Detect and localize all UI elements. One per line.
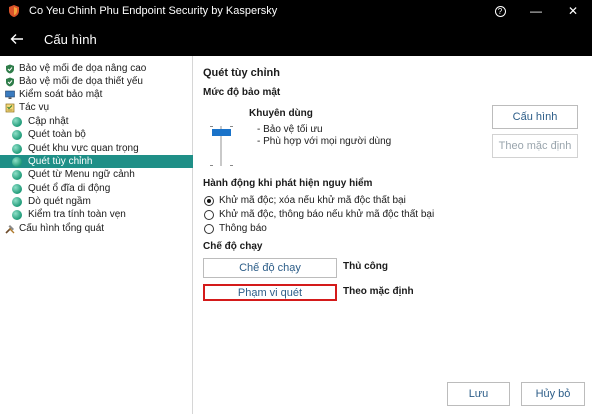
- sidebar-item-label: Quét tùy chỉnh: [28, 156, 93, 167]
- settings-sidebar: Bảo vệ mối đe dọa nâng cao Bảo vệ mối đe …: [0, 56, 193, 414]
- main-panel: Quét tùy chỉnh Mức độ bảo mật Khuyên dùn…: [193, 56, 592, 414]
- back-arrow-icon: [10, 34, 23, 44]
- dot-icon: [12, 196, 22, 207]
- app-window: Co Yeu Chinh Phu Endpoint Security by Ka…: [0, 0, 592, 414]
- sidebar-item[interactable]: Quét toàn bộ: [0, 128, 193, 141]
- sidebar-item-label: Bảo vệ mối đe dọa nâng cao: [19, 63, 147, 74]
- kaspersky-logo-icon: [9, 5, 19, 17]
- sidebar-item-label: Quét toàn bộ: [28, 129, 86, 140]
- slider-thumb[interactable]: [212, 129, 231, 136]
- slider-tick: [230, 165, 233, 166]
- sidebar-item[interactable]: Dò quét ngầm: [0, 195, 193, 208]
- sidebar-item-label: Kiểm soát bảo mật: [19, 89, 103, 100]
- radio-unchecked-icon: [204, 223, 214, 234]
- page-title: Cấu hình: [44, 31, 97, 47]
- cancel-button[interactable]: Hủy bỏ: [521, 382, 585, 406]
- sidebar-item[interactable]: Tác vụ: [0, 101, 193, 114]
- sidebar-item[interactable]: Quét từ Menu ngữ cảnh: [0, 168, 193, 181]
- run-schedule-button[interactable]: Chế độ chạy: [203, 258, 337, 278]
- sidebar-item[interactable]: Quét ổ đĩa di động: [0, 182, 193, 195]
- sidebar-item-label: Quét ổ đĩa di động: [28, 183, 111, 194]
- sidebar-item[interactable]: Bảo vệ mối đe dọa thiết yếu: [0, 75, 193, 88]
- dot-icon: [12, 129, 22, 140]
- security-level-desc-2: - Phù hợp với mọi người dùng: [257, 136, 392, 147]
- scan-scope-button[interactable]: Phạm vi quét: [203, 284, 337, 301]
- dot-icon: [12, 156, 22, 167]
- sidebar-item[interactable]: Quét tùy chỉnh: [0, 155, 193, 168]
- close-button[interactable]: ✕: [556, 0, 590, 22]
- scan-scope-value: Theo mặc định: [343, 286, 414, 297]
- tools-icon: [5, 224, 15, 234]
- security-level-desc-1: - Bảo vệ tối ưu: [257, 124, 323, 135]
- window-title: Co Yeu Chinh Phu Endpoint Security by Ka…: [29, 5, 278, 17]
- sidebar-item[interactable]: Cấu hình tổng quát: [0, 222, 193, 235]
- sidebar-item-label: Cấu hình tổng quát: [19, 223, 105, 234]
- sidebar-item[interactable]: Kiểm tra tính toàn vẹn: [0, 208, 193, 221]
- help-button[interactable]: ?: [483, 0, 517, 22]
- radio-unchecked-icon: [204, 209, 214, 220]
- close-icon: ✕: [567, 4, 579, 18]
- sidebar-item-label: Tác vụ: [19, 102, 50, 113]
- radio-checked-icon: [204, 195, 214, 206]
- monitor-icon: [5, 90, 15, 99]
- radio-label: Thông báo: [219, 223, 267, 234]
- minimize-icon: —: [530, 4, 542, 18]
- sidebar-item[interactable]: Cập nhật: [0, 115, 193, 128]
- security-level-heading: Mức độ bảo mật: [203, 87, 281, 98]
- security-level-name: Khuyên dùng: [249, 108, 313, 119]
- slider-tick: [210, 165, 213, 166]
- section-title: Quét tùy chỉnh: [203, 67, 280, 79]
- title-bar: Co Yeu Chinh Phu Endpoint Security by Ka…: [0, 0, 592, 22]
- sidebar-item-label: Cập nhật: [28, 116, 69, 127]
- sidebar-item-label: Quét khu vực quan trọng: [28, 143, 139, 154]
- dot-icon: [12, 143, 22, 154]
- run-schedule-value: Thủ công: [343, 261, 388, 272]
- sidebar-item[interactable]: Kiểm soát bảo mật: [0, 88, 193, 101]
- sidebar-item[interactable]: Bảo vệ mối đe dọa nâng cao: [0, 62, 193, 75]
- action-option-disinfect-notify[interactable]: Khử mã độc, thông báo nếu khử mã độc thấ…: [204, 209, 434, 220]
- default-level-button[interactable]: Theo mặc định: [492, 134, 578, 158]
- run-mode-heading: Chế độ chạy: [203, 241, 263, 252]
- shield-icon: [6, 64, 14, 73]
- sidebar-item-label: Dò quét ngầm: [28, 196, 91, 207]
- tasks-icon: [5, 103, 15, 112]
- action-option-notify[interactable]: Thông báo: [204, 223, 267, 234]
- dot-icon: [12, 209, 22, 220]
- save-button[interactable]: Lưu: [447, 382, 510, 406]
- slider-tick: [230, 126, 233, 127]
- slider-tick: [210, 126, 213, 127]
- back-button[interactable]: [8, 30, 26, 48]
- sidebar-item-label: Quét từ Menu ngữ cảnh: [28, 169, 135, 180]
- sidebar-item-label: Bảo vệ mối đe dọa thiết yếu: [19, 76, 143, 87]
- minimize-button[interactable]: —: [519, 0, 553, 22]
- radio-label: Khử mã độc, thông báo nếu khử mã độc thấ…: [219, 209, 435, 220]
- dot-icon: [12, 183, 22, 194]
- action-option-disinfect-delete[interactable]: Khử mã độc; xóa nếu khử mã độc thất bại: [204, 195, 406, 206]
- action-heading: Hành động khi phát hiện nguy hiểm: [203, 178, 373, 189]
- radio-label: Khử mã độc; xóa nếu khử mã độc thất bại: [219, 195, 406, 206]
- configure-button[interactable]: Cấu hình: [492, 105, 578, 129]
- help-icon: ?: [494, 5, 506, 17]
- shield-icon: [6, 77, 14, 86]
- dot-icon: [12, 116, 22, 127]
- page-header: Cấu hình: [0, 22, 592, 56]
- sidebar-item[interactable]: Quét khu vực quan trọng: [0, 142, 193, 155]
- sidebar-item-label: Kiểm tra tính toàn vẹn: [28, 209, 126, 220]
- dot-icon: [12, 169, 22, 180]
